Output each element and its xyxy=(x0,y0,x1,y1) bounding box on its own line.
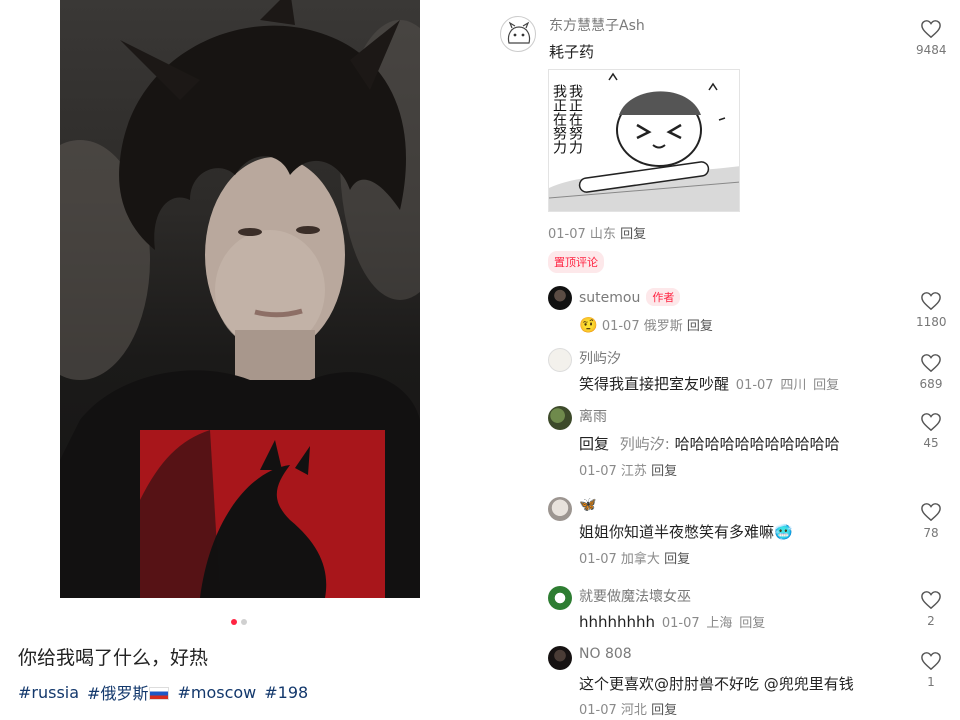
comment-text: 耗子药 xyxy=(549,43,595,61)
sticker-caption: 我正在努力 xyxy=(567,84,583,154)
comment-meta: 01-07 山东 回复 xyxy=(548,223,646,242)
reply-location: 加拿大 xyxy=(620,552,660,567)
reply-to-user[interactable]: 列屿汐: xyxy=(620,435,670,453)
reply-text-line: hhhhhhhh 01-07 上海 回复 xyxy=(579,612,765,631)
reply-location: 俄罗斯 xyxy=(643,319,683,334)
reply-author[interactable]: 离雨 xyxy=(579,406,607,426)
avatar[interactable] xyxy=(500,16,536,52)
like-count: 1180 xyxy=(916,315,947,329)
reply-button[interactable]: 回复 xyxy=(739,616,765,631)
post-tags: #russia #俄罗斯 #moscow #198 xyxy=(18,680,308,704)
like-button[interactable]: 78 xyxy=(916,502,946,540)
comment-location: 山东 xyxy=(589,227,616,242)
russia-flag-icon xyxy=(149,687,170,700)
reply-text-line: 笑得我直接把室友吵醒 01-07 四川 回复 xyxy=(579,373,839,394)
pinned-badge: 置顶评论 xyxy=(548,251,604,273)
avatar[interactable] xyxy=(548,646,572,670)
like-count: 689 xyxy=(919,377,943,391)
reply-date: 01-07 xyxy=(601,319,640,334)
like-button[interactable]: 2 xyxy=(916,590,946,628)
tag-russia[interactable]: #russia xyxy=(18,683,79,702)
sticker-image[interactable]: 我正在努力 我正在努力 xyxy=(548,69,740,212)
reply-emoji: 🤨 xyxy=(579,316,598,334)
reply-text: 笑得我直接把室友吵醒 xyxy=(579,375,730,393)
reply-meta: 01-07 河北 回复 xyxy=(579,699,677,718)
sticker-caption: 我正在努力 xyxy=(551,84,567,154)
heart-icon xyxy=(921,591,941,610)
author-badge: 作者 xyxy=(646,288,681,306)
like-button[interactable]: 9484 xyxy=(916,19,947,57)
carousel-indicator[interactable] xyxy=(231,619,247,625)
like-count: 45 xyxy=(923,436,939,450)
post-caption: 你给我喝了什么，好热 xyxy=(18,647,209,669)
reply-date: 01-07 xyxy=(579,552,617,567)
avatar[interactable] xyxy=(548,348,572,372)
reply-meta: 🤨 01-07 俄罗斯 回复 xyxy=(579,315,713,334)
reply-date: 01-07 xyxy=(661,616,700,631)
like-button[interactable]: 1180 xyxy=(916,291,947,329)
reply-location: 四川 xyxy=(780,378,807,393)
reply-prefix: 回复 xyxy=(579,435,610,453)
reply-meta: 01-07 加拿大 回复 xyxy=(579,548,690,567)
comment-date: 01-07 xyxy=(548,227,586,242)
reply-author[interactable]: 就要做魔法壞女巫 xyxy=(579,586,691,606)
carousel-dot-active[interactable] xyxy=(231,619,237,625)
reply-text: hhhhhhhh xyxy=(579,613,656,631)
like-count: 78 xyxy=(923,526,939,540)
heart-icon xyxy=(921,292,941,311)
heart-icon xyxy=(921,354,941,373)
reply-meta: 01-07 江苏 回复 xyxy=(579,460,677,479)
heart-icon xyxy=(921,413,941,432)
reply-button[interactable]: 回复 xyxy=(687,319,713,334)
reply-text: 姐姐你知道半夜憋笑有多难嘛🥶 xyxy=(579,523,793,541)
heart-icon xyxy=(921,503,941,522)
like-button[interactable]: 45 xyxy=(916,412,946,450)
reply-author[interactable]: sutemou 作者 xyxy=(579,288,681,306)
reply-button[interactable]: 回复 xyxy=(651,703,677,718)
reply-author[interactable]: 列屿汐 xyxy=(579,348,621,368)
reply-author[interactable]: NO 808 xyxy=(579,646,632,662)
photo-illustration xyxy=(60,0,420,598)
reply-author-name: sutemou xyxy=(579,290,641,306)
reply-author[interactable]: 🦋 xyxy=(579,497,596,513)
reply-location: 河北 xyxy=(620,703,647,718)
like-button[interactable]: 689 xyxy=(916,353,946,391)
avatar[interactable] xyxy=(548,586,572,610)
carousel-dot[interactable] xyxy=(241,619,247,625)
tag-moscow[interactable]: #moscow xyxy=(177,683,256,702)
reply-text-line: 回复 列屿汐: 哈哈哈哈哈哈哈哈哈哈哈 xyxy=(579,433,840,454)
like-count: 9484 xyxy=(916,43,947,57)
reply-button[interactable]: 回复 xyxy=(651,464,677,479)
reply-date: 01-07 xyxy=(579,703,617,718)
avatar[interactable] xyxy=(548,406,572,430)
reply-date: 01-07 xyxy=(735,378,774,393)
avatar[interactable] xyxy=(548,286,572,310)
cartoon-avatar-icon xyxy=(507,21,531,44)
reply-button[interactable]: 回复 xyxy=(664,552,690,567)
reply-text: 这个更喜欢@肘肘兽不好吃 @兜兜里有钱 xyxy=(579,675,854,693)
reply-button[interactable]: 回复 xyxy=(620,227,646,242)
comment-author[interactable]: 东方慧慧子Ash xyxy=(549,15,645,35)
avatar[interactable] xyxy=(548,497,572,521)
reply-button[interactable]: 回复 xyxy=(813,378,839,393)
like-count: 1 xyxy=(927,675,935,689)
reply-location: 上海 xyxy=(706,616,733,631)
like-button[interactable]: 1 xyxy=(916,651,946,689)
reply-location: 江苏 xyxy=(620,464,647,479)
reply-date: 01-07 xyxy=(579,464,617,479)
tag-eluosi[interactable]: #俄罗斯 xyxy=(87,680,170,704)
like-count: 2 xyxy=(927,614,935,628)
tag-198[interactable]: #198 xyxy=(264,683,308,702)
reply-text: 哈哈哈哈哈哈哈哈哈哈哈 xyxy=(674,435,840,453)
heart-icon xyxy=(921,20,941,39)
post-photo[interactable] xyxy=(60,0,420,598)
heart-icon xyxy=(921,652,941,671)
